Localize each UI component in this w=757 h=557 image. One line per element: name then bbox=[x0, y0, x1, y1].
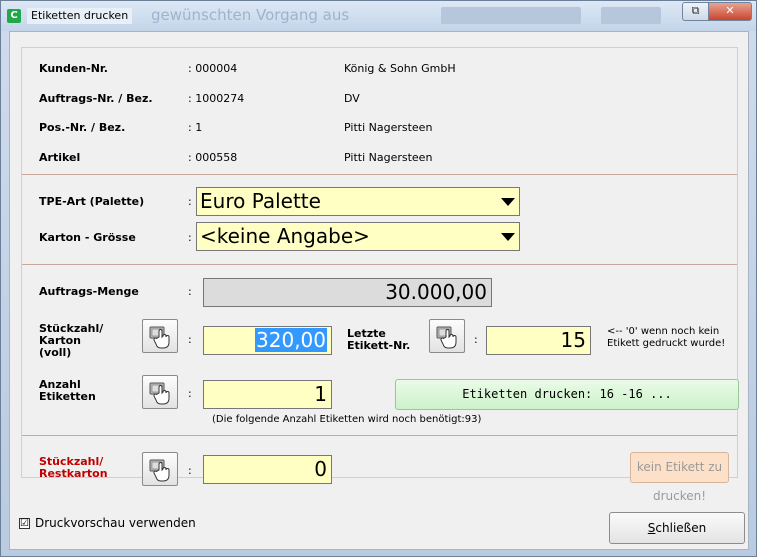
tpe-selected-value: Euro Palette bbox=[200, 189, 321, 213]
anzahl-colon: : bbox=[188, 387, 192, 400]
print-labels-button[interactable]: Etiketten drucken: 16 -16 ... bbox=[395, 379, 739, 410]
stueckzahl-value: 320,00 bbox=[255, 328, 327, 352]
chevron-down-icon bbox=[501, 198, 515, 206]
restkarton-keypad-button[interactable] bbox=[142, 452, 178, 486]
pos-label: Pos.-Nr. / Bez. bbox=[39, 121, 126, 134]
separator-2 bbox=[22, 264, 737, 265]
karton-select[interactable]: <keine Angabe> bbox=[196, 222, 520, 251]
window-title: Etiketten drucken bbox=[27, 8, 133, 24]
restkarton-label: Stückzahl/ Restkarton bbox=[39, 455, 108, 480]
preview-label: Druckvorschau verwenden bbox=[35, 516, 196, 530]
kunden-value: : 000004 bbox=[188, 62, 238, 75]
separator-1 bbox=[22, 174, 737, 175]
letzte-colon: : bbox=[474, 333, 478, 346]
anzahl-keypad-button[interactable] bbox=[142, 375, 178, 409]
pos-name: Pitti Nagersteen bbox=[344, 121, 433, 134]
title-bar[interactable]: gewünschten Vorgang aus C Etiketten druc… bbox=[1, 1, 756, 31]
restore-button[interactable]: ⧉ bbox=[682, 2, 709, 21]
artikel-name: Pitti Nagersteen bbox=[344, 151, 433, 164]
separator-3 bbox=[22, 435, 737, 436]
dialog-window: gewünschten Vorgang aus C Etiketten druc… bbox=[0, 0, 757, 557]
tpe-select[interactable]: Euro Palette bbox=[196, 187, 520, 216]
kunden-name: König & Sohn GmbH bbox=[344, 62, 456, 75]
karton-colon: : bbox=[188, 231, 192, 244]
anzahl-field[interactable]: 1 bbox=[203, 380, 332, 409]
auftrags-menge-field: 30.000,00 bbox=[203, 278, 492, 307]
remaining-labels-note: (Die folgende Anzahl Etiketten wird noch… bbox=[212, 414, 482, 425]
close-button-label: chließen bbox=[655, 521, 707, 535]
menge-colon: : bbox=[188, 285, 192, 298]
letzte-keypad-button[interactable] bbox=[429, 319, 465, 353]
karton-label: Karton - Grösse bbox=[39, 231, 136, 244]
background-window-ghost bbox=[441, 7, 581, 24]
artikel-label: Artikel bbox=[39, 151, 81, 164]
restkarton-colon: : bbox=[188, 464, 192, 477]
no-label-button: kein Etikett zu drucken! bbox=[630, 452, 729, 503]
hand-pointer-icon bbox=[149, 459, 170, 482]
auftrag-label: Auftrags-Nr. / Bez. bbox=[39, 92, 153, 105]
anzahl-label: Anzahl Etiketten bbox=[39, 378, 96, 403]
background-hint-text: gewünschten Vorgang aus bbox=[151, 6, 350, 24]
auftrag-name: DV bbox=[344, 92, 360, 105]
karton-selected-value: <keine Angabe> bbox=[200, 224, 370, 248]
menge-label: Auftrags-Menge bbox=[39, 285, 139, 298]
auftrag-value: : 1000274 bbox=[188, 92, 245, 105]
letzte-hint: <-- '0' wenn noch kein Etikett gedruckt … bbox=[607, 326, 726, 349]
stueckzahl-colon: : bbox=[188, 333, 192, 346]
restkarton-field[interactable]: 0 bbox=[203, 455, 332, 484]
stueckzahl-field[interactable]: 320,00 bbox=[203, 326, 332, 355]
stueckzahl-label: Stückzahl/ Karton (voll) bbox=[39, 322, 104, 359]
kunden-label: Kunden-Nr. bbox=[39, 62, 108, 75]
main-panel: Kunden-Nr. : 000004 König & Sohn GmbH Au… bbox=[21, 47, 739, 486]
hand-pointer-icon bbox=[436, 326, 457, 349]
preview-checkbox[interactable]: ☑ bbox=[19, 518, 30, 529]
close-button[interactable]: Schließen bbox=[609, 512, 745, 544]
tpe-label: TPE-Art (Palette) bbox=[39, 195, 145, 208]
letzte-label: Letzte Etikett-Nr. bbox=[347, 327, 411, 352]
background-window-ghost-2 bbox=[601, 7, 661, 24]
pos-value: : 1 bbox=[188, 121, 203, 134]
letzte-etikett-field[interactable]: 15 bbox=[486, 326, 591, 355]
chevron-down-icon bbox=[501, 233, 515, 241]
close-window-button[interactable]: ✕ bbox=[708, 2, 752, 21]
hand-pointer-icon bbox=[149, 382, 170, 405]
hand-pointer-icon bbox=[149, 326, 170, 349]
app-icon: C bbox=[7, 9, 21, 23]
artikel-value: : 000558 bbox=[188, 151, 238, 164]
tpe-colon: : bbox=[188, 195, 192, 208]
stueckzahl-keypad-button[interactable] bbox=[142, 319, 178, 353]
